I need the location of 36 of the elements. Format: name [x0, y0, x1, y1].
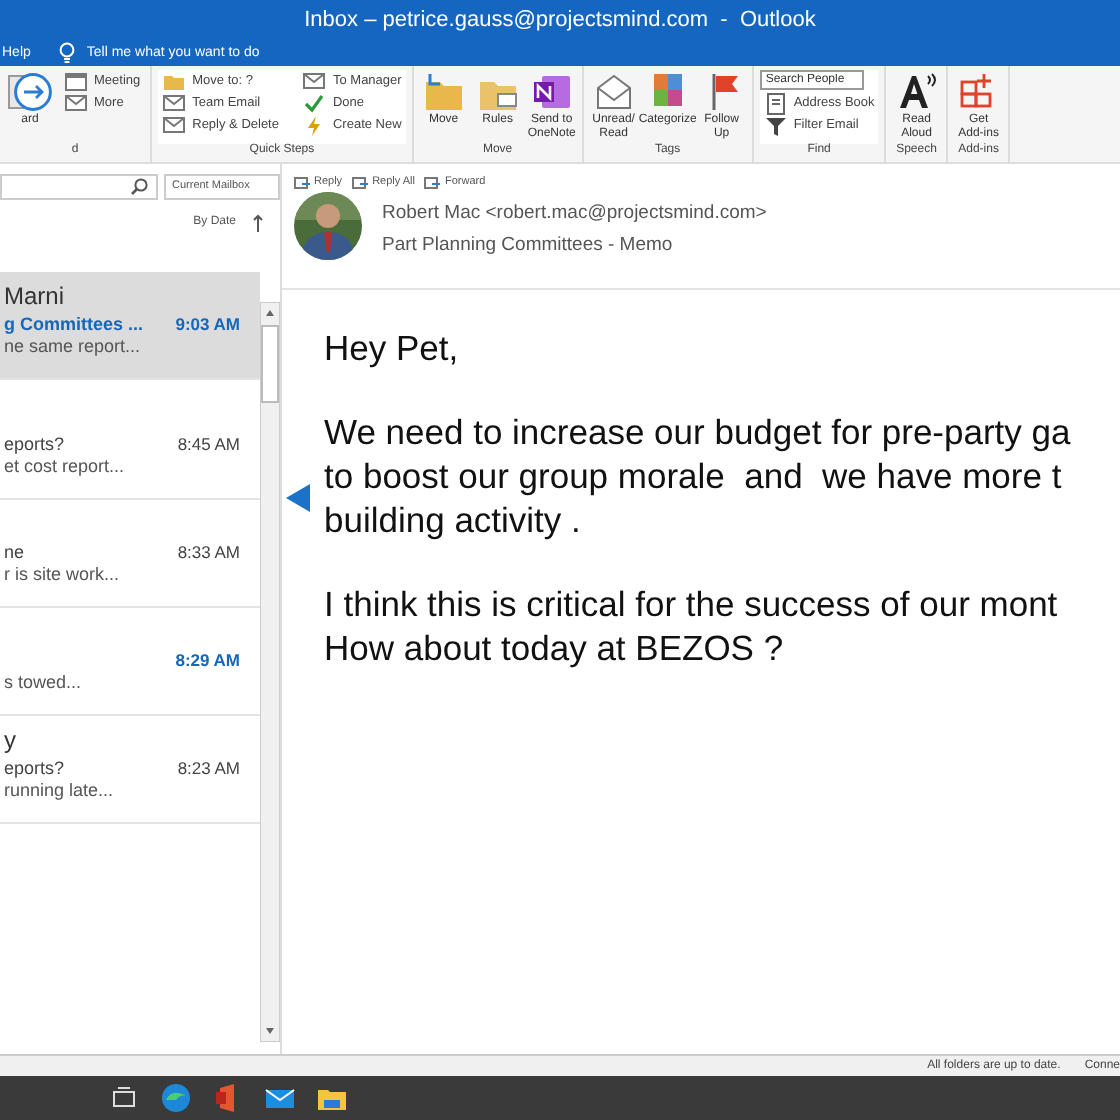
pointer-triangle-icon	[286, 484, 310, 512]
mail-time: 8:29 AM	[175, 649, 240, 669]
window-title: Inbox – petrice.gauss@projectsmind.com - Outlook	[304, 8, 816, 32]
sender-line: Robert Mac <robert.mac@projectsmind.com>	[382, 202, 767, 224]
mail-preview: s towed...	[4, 672, 84, 692]
body-text: building activity .	[324, 498, 583, 542]
message-subject: Part Planning Committees - Memo	[382, 234, 675, 256]
envelope-icon	[64, 91, 88, 115]
search-icon	[130, 177, 148, 195]
body-text: to boost our group morale and we have more t	[324, 454, 1064, 498]
up-arrow-icon	[252, 213, 264, 231]
mail-preview: running late...	[4, 780, 116, 800]
mail-subject: ne	[4, 541, 25, 561]
body-text: Hey Pet,	[324, 326, 461, 370]
mail-preview: r is site work...	[4, 564, 122, 584]
body-text: How about today at BEZOS ?	[324, 626, 786, 670]
mail-time: 8:45 AM	[177, 433, 240, 453]
funnel-icon	[763, 113, 788, 137]
mail-time: 9:03 AM	[175, 313, 240, 333]
sender-name: y	[4, 726, 16, 754]
letter-a-icon	[894, 70, 939, 114]
browser-icon	[160, 1082, 192, 1114]
body-text: I think this is critical for the success of our mont	[324, 582, 1060, 626]
sender-name: Marni	[4, 282, 65, 310]
mail-preview: et cost report...	[4, 456, 127, 476]
mail-subject: g Committees ...	[4, 313, 144, 333]
body-text: We need to increase our budget for pre-party ga	[324, 410, 1073, 454]
search-field[interactable]	[0, 173, 158, 199]
mail-subject: eports?	[4, 757, 65, 777]
mail-time: 8:33 AM	[177, 541, 240, 561]
folder-icon	[421, 70, 466, 114]
check-icon	[302, 91, 327, 115]
mail-item[interactable]: Marni g Committees ... 9:03 AM ne same report...	[0, 272, 260, 380]
mail-time: 8:23 AM	[177, 757, 240, 777]
mail-subject: eports?	[4, 433, 65, 453]
mail-preview: ne same report...	[4, 336, 143, 356]
